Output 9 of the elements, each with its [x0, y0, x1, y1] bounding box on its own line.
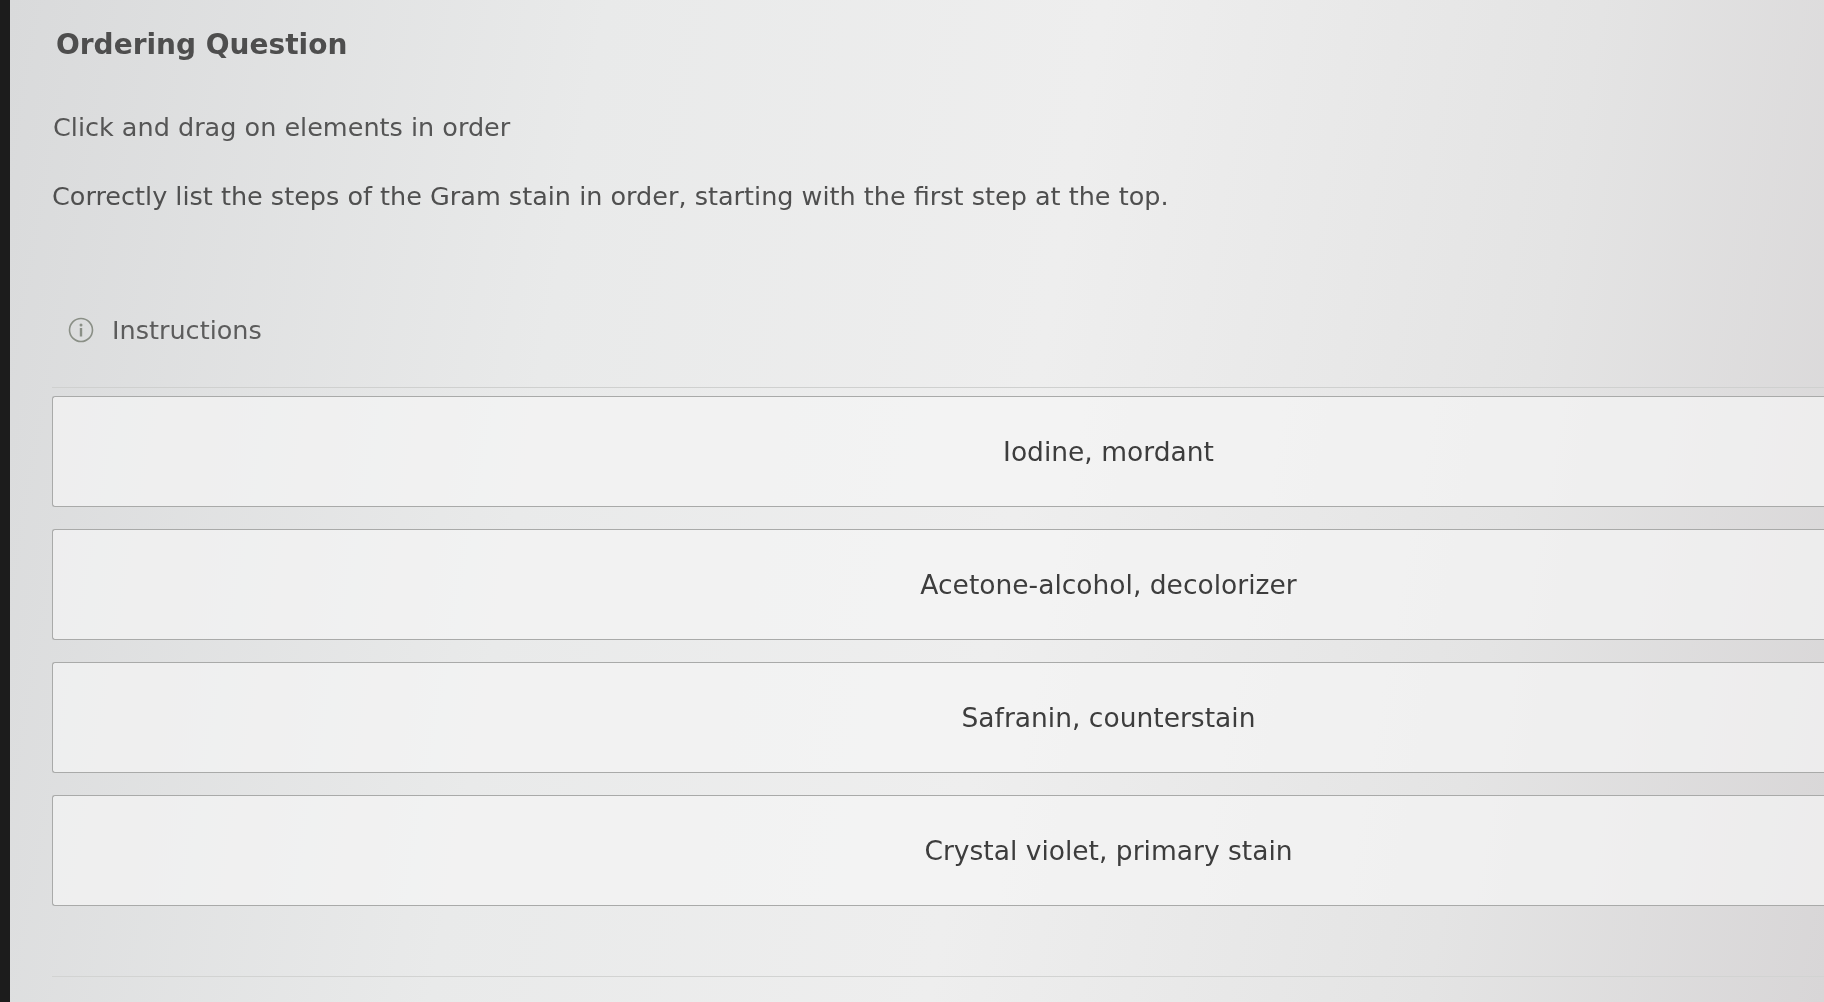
instructions-link[interactable]: Instructions — [112, 315, 262, 345]
question-prompt: Click and drag on elements in order — [53, 112, 512, 142]
question-title: Ordering Question — [56, 28, 349, 62]
draggable-item[interactable]: Acetone-alcohol, decolorizer — [52, 529, 1824, 640]
draggable-item[interactable]: Safranin, counterstain — [52, 662, 1824, 773]
info-icon[interactable] — [68, 317, 94, 343]
draggable-item[interactable]: Crystal violet, primary stain — [52, 795, 1824, 906]
question-text: Correctly list the steps of the Gram stain in order, starting with the first step at the top. — [52, 181, 1170, 211]
draggable-item[interactable]: Iodine, mordant — [52, 396, 1824, 507]
